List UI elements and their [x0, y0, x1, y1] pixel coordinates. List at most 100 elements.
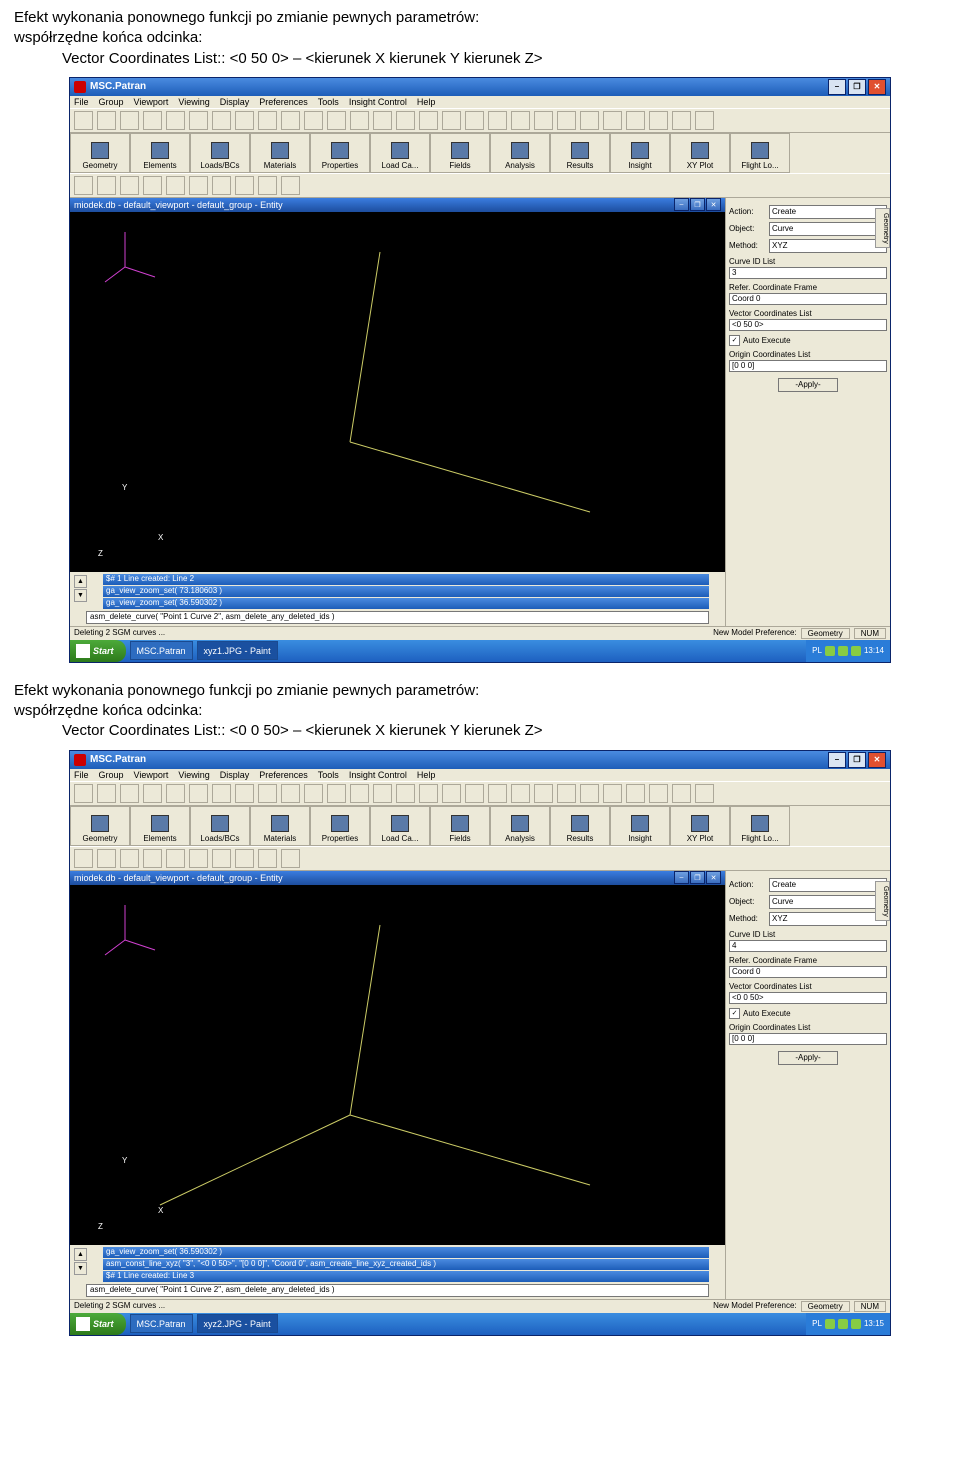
toolbar-button[interactable]	[327, 111, 346, 130]
toolbar-button[interactable]	[258, 849, 277, 868]
refer-frame-input[interactable]: Coord 0	[729, 966, 887, 978]
menu-file[interactable]: File	[74, 770, 89, 780]
toolbar-button[interactable]	[419, 784, 438, 803]
lang-indicator[interactable]: PL	[812, 1319, 822, 1328]
toolbar-button[interactable]	[304, 784, 323, 803]
toolbar-button[interactable]	[396, 784, 415, 803]
tab-fields[interactable]: Fields	[430, 806, 490, 846]
curve-id-input[interactable]: 3	[729, 267, 887, 279]
toolbar-button[interactable]	[166, 849, 185, 868]
tab-loads[interactable]: Loads/BCs	[190, 806, 250, 846]
tray-icon[interactable]	[838, 646, 848, 656]
method-select[interactable]: XYZ	[769, 912, 887, 926]
tab-elements[interactable]: Elements	[130, 133, 190, 173]
toolbar-button[interactable]	[281, 111, 300, 130]
toolbar-button[interactable]	[166, 784, 185, 803]
minimize-button[interactable]: –	[828, 752, 846, 768]
tab-insight[interactable]: Insight	[610, 806, 670, 846]
viewport-close[interactable]: ✕	[706, 871, 721, 884]
toolbar-button[interactable]	[534, 111, 553, 130]
toolbar-button[interactable]	[649, 784, 668, 803]
toolbar-button[interactable]	[97, 111, 116, 130]
menu-group[interactable]: Group	[99, 770, 124, 780]
toolbar-button[interactable]	[258, 111, 277, 130]
method-select[interactable]: XYZ	[769, 239, 887, 253]
toolbar-button[interactable]	[97, 784, 116, 803]
tab-materials[interactable]: Materials	[250, 806, 310, 846]
menu-file[interactable]: File	[74, 97, 89, 107]
toolbar-button[interactable]	[212, 849, 231, 868]
toolbar-button[interactable]	[143, 849, 162, 868]
tray-icon[interactable]	[838, 1319, 848, 1329]
toolbar-button[interactable]	[120, 111, 139, 130]
toolbar-button[interactable]	[603, 111, 622, 130]
menu-display[interactable]: Display	[220, 97, 250, 107]
viewport-maximize[interactable]: ❐	[690, 871, 705, 884]
history-scroll-down[interactable]: ▼	[74, 1262, 87, 1275]
toolbar-button[interactable]	[120, 849, 139, 868]
toolbar-button[interactable]	[97, 849, 116, 868]
origin-coord-input[interactable]: [0 0 0]	[729, 360, 887, 372]
toolbar-button[interactable]	[189, 176, 208, 195]
maximize-button[interactable]: ❐	[848, 752, 866, 768]
viewport-canvas[interactable]: X Y Z	[70, 885, 725, 1245]
minimize-button[interactable]: –	[828, 79, 846, 95]
toolbar-button[interactable]	[281, 784, 300, 803]
tray-icon[interactable]	[851, 646, 861, 656]
toolbar-button[interactable]	[350, 784, 369, 803]
toolbar-button[interactable]	[396, 111, 415, 130]
toolbar-button[interactable]	[672, 784, 691, 803]
origin-coord-input[interactable]: [0 0 0]	[729, 1033, 887, 1045]
toolbar-button[interactable]	[281, 176, 300, 195]
toolbar-button[interactable]	[373, 111, 392, 130]
tab-materials[interactable]: Materials	[250, 133, 310, 173]
toolbar-button[interactable]	[488, 111, 507, 130]
toolbar-button[interactable]	[97, 176, 116, 195]
vector-coord-input[interactable]: <0 50 0>	[729, 319, 887, 331]
toolbar-button[interactable]	[74, 176, 93, 195]
tab-fields[interactable]: Fields	[430, 133, 490, 173]
tray-icon[interactable]	[825, 646, 835, 656]
menu-help[interactable]: Help	[417, 97, 436, 107]
tab-loadcase[interactable]: Load Ca...	[370, 806, 430, 846]
close-button[interactable]: ✕	[868, 752, 886, 768]
viewport-minimize[interactable]: –	[674, 198, 689, 211]
toolbar-button[interactable]	[534, 784, 553, 803]
menu-tools[interactable]: Tools	[318, 97, 339, 107]
toolbar-button[interactable]	[511, 784, 530, 803]
menu-viewport[interactable]: Viewport	[134, 770, 169, 780]
toolbar-button[interactable]	[465, 111, 484, 130]
toolbar-button[interactable]	[281, 849, 300, 868]
toolbar-button[interactable]	[235, 849, 254, 868]
tab-xyplot[interactable]: XY Plot	[670, 806, 730, 846]
toolbar-button[interactable]	[120, 784, 139, 803]
tab-analysis[interactable]: Analysis	[490, 133, 550, 173]
toolbar-button[interactable]	[511, 111, 530, 130]
apply-button[interactable]: -Apply-	[778, 1051, 838, 1065]
maximize-button[interactable]: ❐	[848, 79, 866, 95]
toolbar-button[interactable]	[350, 111, 369, 130]
menu-group[interactable]: Group	[99, 97, 124, 107]
toolbar-button[interactable]	[442, 784, 461, 803]
apply-button[interactable]: -Apply-	[778, 378, 838, 392]
object-select[interactable]: Curve	[769, 222, 887, 236]
lang-indicator[interactable]: PL	[812, 646, 822, 655]
tab-elements[interactable]: Elements	[130, 806, 190, 846]
menu-preferences[interactable]: Preferences	[259, 97, 308, 107]
history-scroll-up[interactable]: ▲	[74, 1248, 87, 1261]
toolbar-button[interactable]	[419, 111, 438, 130]
tab-flight[interactable]: Flight Lo...	[730, 133, 790, 173]
auto-execute-checkbox[interactable]: ✓	[729, 1008, 740, 1019]
toolbar-button[interactable]	[212, 784, 231, 803]
start-button[interactable]: Start	[70, 1313, 126, 1335]
toolbar-button[interactable]	[189, 784, 208, 803]
toolbar-button[interactable]	[695, 111, 714, 130]
menu-preferences[interactable]: Preferences	[259, 770, 308, 780]
toolbar-button[interactable]	[120, 176, 139, 195]
menu-help[interactable]: Help	[417, 770, 436, 780]
toolbar-button[interactable]	[235, 176, 254, 195]
auto-execute-checkbox[interactable]: ✓	[729, 335, 740, 346]
toolbar-button[interactable]	[258, 176, 277, 195]
toolbar-button[interactable]	[143, 176, 162, 195]
toolbar-button[interactable]	[672, 111, 691, 130]
